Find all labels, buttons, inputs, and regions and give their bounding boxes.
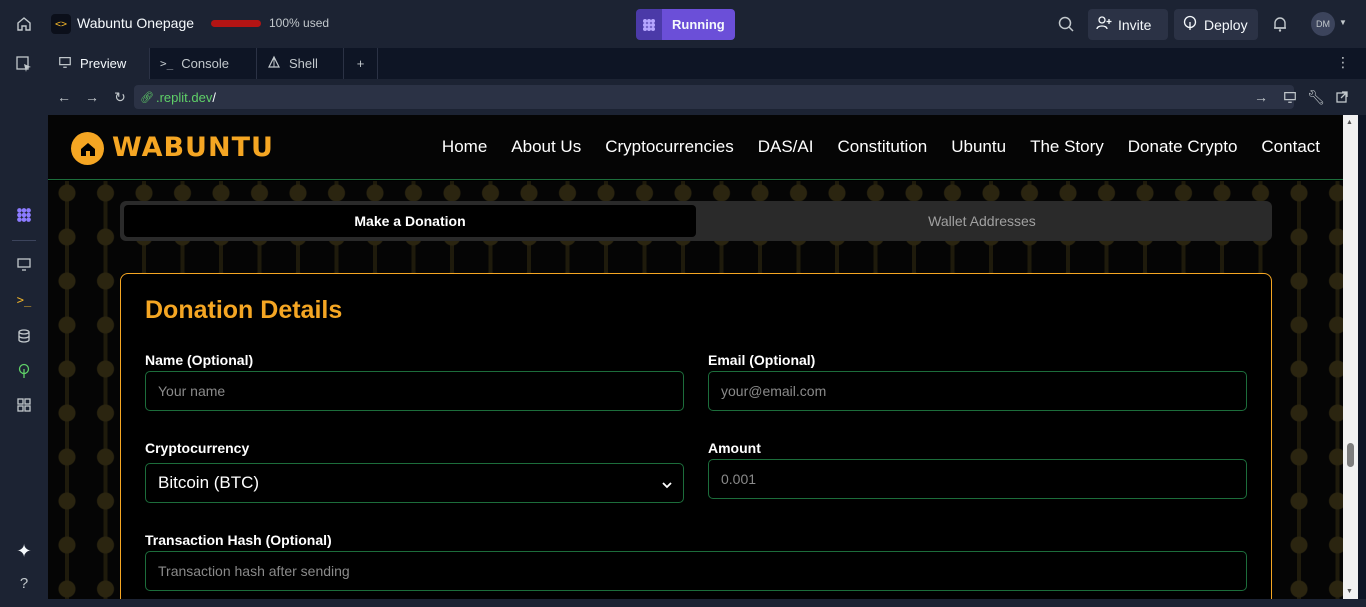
bell-icon[interactable] [1270,14,1290,34]
preview-page: WABUNTU Home About Us Cryptocurrencies D… [48,115,1343,599]
repl-name[interactable]: Wabuntu Onepage [77,15,194,31]
name-placeholder: Your name [158,383,226,399]
hash-label: Transaction Hash (Optional) [145,532,332,548]
crypto-selected-value: Bitcoin (BTC) [158,473,260,492]
bottom-strip [48,599,1366,607]
donation-card: Donation Details Name (Optional) Your na… [120,273,1272,599]
monitor-icon[interactable] [12,252,36,276]
tab-preview[interactable]: Preview [48,48,150,79]
email-input[interactable]: your@email.com [708,371,1247,411]
logo-home-icon[interactable] [71,132,104,165]
device-preview-icon[interactable] [1282,89,1298,105]
devtools-wrench-icon[interactable]: 🔧︎ [1307,89,1325,105]
link-icon: 🔗︎ [140,91,154,104]
top-bar: <> Wabuntu Onepage 100% used Running Inv… [0,0,1366,48]
tab-label: Console [181,56,229,71]
terminal-icon[interactable]: >_ [12,288,36,312]
left-rail: >_ ✦ ? [0,48,48,607]
search-icon[interactable] [1056,14,1076,34]
add-user-icon [1096,15,1112,34]
files-icon[interactable] [12,52,36,76]
site-logo-text[interactable]: WABUNTU [112,132,274,163]
usage-progress-bar [211,20,261,27]
run-button[interactable]: Running [636,9,735,40]
scroll-down-arrow-icon[interactable]: ▼ [1346,588,1353,595]
site-navbar: WABUNTU Home About Us Cryptocurrencies D… [48,115,1343,180]
deploy-label: Deploy [1204,16,1248,33]
go-arrow-icon[interactable]: → [1253,89,1269,105]
nav-link-contact[interactable]: Contact [1261,137,1320,157]
chevron-down-icon [661,476,673,496]
tab-shell[interactable]: Shell [257,48,344,79]
crypto-label: Cryptocurrency [145,440,250,456]
forward-arrow-icon[interactable]: → [84,89,100,105]
back-arrow-icon[interactable]: ← [56,89,72,105]
tab-console[interactable]: >_ Console [150,48,257,79]
donation-tabs: Make a Donation Wallet Addresses [120,201,1272,241]
deployments-icon[interactable] [12,359,36,383]
name-input[interactable]: Your name [145,371,684,411]
nav-link-cryptocurrencies[interactable]: Cryptocurrencies [605,137,734,157]
name-label: Name (Optional) [145,352,254,368]
tab-label: Preview [80,56,127,71]
scroll-thumb[interactable] [1347,443,1354,467]
home-icon[interactable] [12,12,36,36]
nav-link-story[interactable]: The Story [1030,137,1104,157]
hash-placeholder: Transaction hash after sending [158,563,350,579]
reload-icon[interactable]: ↻ [112,89,128,105]
apps-grid-icon[interactable] [12,393,36,417]
usage-text: 100% used [269,16,330,30]
invite-label: Invite [1118,16,1152,33]
url-host: .replit.dev [155,89,213,105]
invite-button[interactable]: Invite [1088,9,1168,40]
run-label: Running [662,9,735,40]
email-label: Email (Optional) [708,352,816,368]
email-placeholder: your@email.com [721,383,827,399]
url-bar: ← → ↻ 🔗︎ .replit.dev / → 🔧︎ [48,79,1366,115]
pane-tabs: Preview >_ Console Shell + ⋮ [48,48,1366,79]
deploy-button[interactable]: Deploy [1174,9,1258,40]
amount-input[interactable]: 0.001 [708,459,1247,499]
deploy-icon [1182,15,1198,34]
replit-logo-icon [636,9,662,40]
chevron-down-icon[interactable]: ▼ [1339,18,1347,27]
amount-placeholder: 0.001 [721,471,757,487]
nav-link-donate[interactable]: Donate Crypto [1128,137,1238,157]
repl-code-icon[interactable]: <> [51,14,71,34]
rail-divider [12,240,36,241]
open-external-icon[interactable] [1334,89,1350,105]
crypto-select[interactable]: Bitcoin (BTC) [145,463,684,503]
amount-label: Amount [708,440,761,456]
page-scrollbar[interactable]: ▲ ▼ [1343,115,1358,599]
replit-agent-icon[interactable] [12,203,36,227]
scroll-up-arrow-icon[interactable]: ▲ [1346,119,1353,126]
nav-link-ubuntu[interactable]: Ubuntu [951,137,1006,157]
more-options-icon[interactable]: ⋮ [1336,54,1350,71]
url-input[interactable]: 🔗︎ .replit.dev / [134,85,1294,109]
tab-make-donation[interactable]: Make a Donation [124,205,696,237]
database-icon[interactable] [12,324,36,348]
nav-link-home[interactable]: Home [442,137,487,157]
shell-icon [267,55,281,72]
tab-wallet-addresses[interactable]: Wallet Addresses [696,205,1268,237]
tab-label: Shell [289,56,318,71]
nav-link-constitution[interactable]: Constitution [837,137,927,157]
card-title: Donation Details [145,296,343,324]
add-tab-button[interactable]: + [344,48,378,79]
help-icon[interactable]: ? [12,571,36,595]
monitor-icon [58,55,72,72]
sparkle-icon[interactable]: ✦ [12,539,36,563]
avatar[interactable]: DM [1311,12,1335,36]
nav-link-das-ai[interactable]: DAS/AI [758,137,814,157]
hash-input[interactable]: Transaction hash after sending [145,551,1247,591]
site-nav-links: Home About Us Cryptocurrencies DAS/AI Co… [442,137,1320,157]
terminal-icon: >_ [160,57,174,70]
url-path: / [212,89,216,105]
nav-link-about[interactable]: About Us [511,137,581,157]
